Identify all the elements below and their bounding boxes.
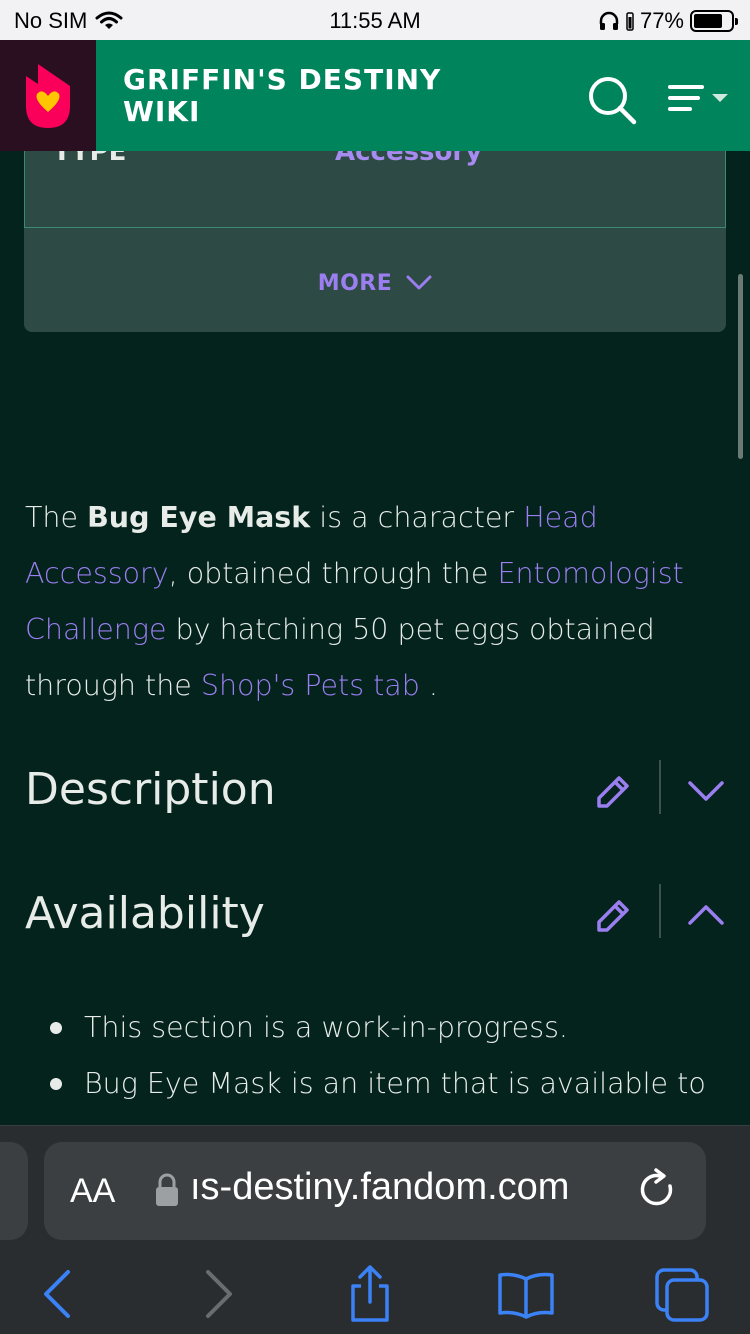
status-bar: No SIM 11:55 AM 77% [0, 0, 750, 40]
text-size-label: AA [70, 1172, 116, 1210]
section-availability[interactable]: Availability [25, 884, 725, 948]
section-title: Description [25, 764, 276, 815]
intro-text: The [25, 501, 88, 534]
battery-percent: 77% [639, 8, 684, 33]
page-scrollbar[interactable] [738, 274, 743, 459]
section-title: Availability [25, 888, 265, 939]
browser-toolbar: AA ıs-destiny.fandom.com [0, 1125, 750, 1334]
previous-tab-pill[interactable] [0, 1142, 28, 1240]
lock-icon [154, 1172, 180, 1208]
menu-icon[interactable] [664, 78, 736, 122]
url-text[interactable]: ıs-destiny.fandom.com [190, 1166, 630, 1209]
more-label: MORE [317, 270, 393, 296]
intro-paragraph: The Bug Eye Mask is a character Head Acc… [25, 490, 725, 714]
intro-text: . [419, 669, 438, 702]
tabs-icon[interactable] [652, 1264, 712, 1324]
divider [659, 884, 661, 938]
intro-text: , obtained through the [168, 557, 498, 590]
infobox-row-label: TYPE [53, 151, 127, 167]
section-description[interactable]: Description [25, 760, 725, 824]
text-size-button[interactable]: AA [70, 1172, 115, 1211]
intro-text: is a character [310, 501, 524, 534]
reload-icon[interactable] [636, 1168, 680, 1212]
infobox: TYPE Accessory MORE [24, 151, 726, 332]
list-item: This section is a work-in-progress. [50, 1000, 730, 1056]
item-name: Bug Eye Mask [87, 501, 311, 534]
share-icon[interactable] [340, 1264, 400, 1324]
edit-pencil-icon[interactable] [595, 894, 635, 934]
infobox-row-value[interactable]: Accessory [335, 151, 482, 167]
battery-fill [694, 14, 722, 28]
chevron-down-icon[interactable] [687, 772, 725, 810]
chevron-up-icon[interactable] [687, 896, 725, 934]
battery-icon [690, 10, 738, 32]
edit-pencil-icon[interactable] [595, 770, 635, 810]
divider [659, 760, 661, 814]
infobox-more-button[interactable]: MORE [24, 263, 726, 303]
link-shop-pets-tab[interactable]: Shop's Pets tab [201, 669, 420, 702]
list-item: Bug Eye Mask is an item that is availabl… [50, 1056, 730, 1112]
headphones-icon [599, 11, 619, 30]
fandom-logo-icon[interactable] [0, 40, 96, 151]
wiki-header: GRIFFIN'S DESTINY WIKI [0, 40, 750, 151]
bookmarks-icon[interactable] [496, 1264, 556, 1324]
wiki-title[interactable]: GRIFFIN'S DESTINY WIKI [123, 64, 483, 128]
back-icon[interactable] [28, 1264, 88, 1324]
chevron-down-icon [406, 275, 432, 290]
availability-list: This section is a work-in-progress. Bug … [50, 1000, 730, 1112]
forward-icon[interactable] [188, 1264, 248, 1324]
infobox-row: TYPE Accessory [24, 151, 726, 228]
address-bar[interactable]: AA ıs-destiny.fandom.com [44, 1142, 706, 1240]
search-icon[interactable] [586, 74, 638, 126]
status-right: 77% [598, 8, 738, 34]
headphone-battery-icon [626, 12, 634, 31]
